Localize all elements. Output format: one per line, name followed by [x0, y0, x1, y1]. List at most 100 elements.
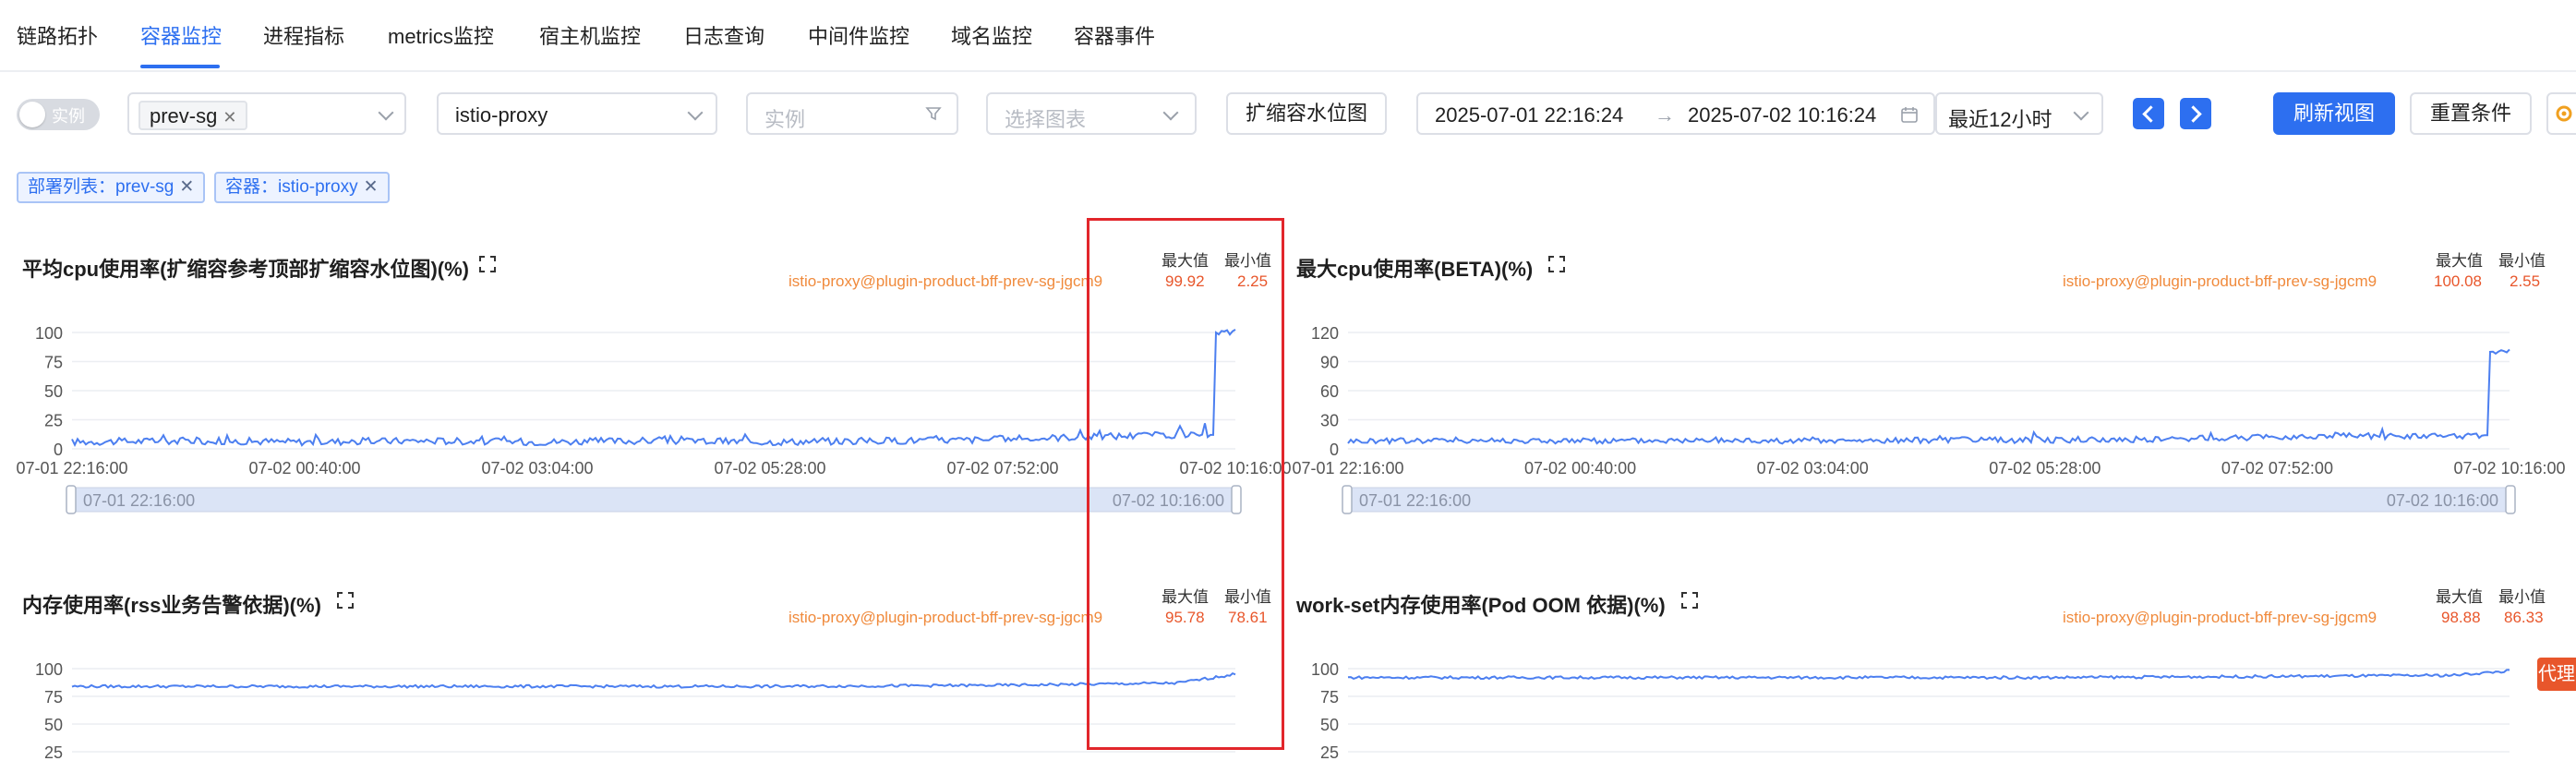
deployment-select[interactable]: prev-sg ✕ [127, 92, 406, 135]
instance-toggle[interactable]: 实例 [17, 99, 100, 130]
x-tick-label: 07-02 05:28:00 [1989, 459, 2101, 477]
slider-start-label: 07-01 22:16:00 [83, 491, 195, 510]
chart-title-workset-memory: work-set内存使用率(Pod OOM 依据)(%) [1296, 594, 1666, 617]
highlight-annotation-box [1087, 218, 1284, 750]
chevron-left-icon [2142, 105, 2160, 123]
y-tick-label: 90 [1320, 354, 1339, 372]
time-start[interactable]: 2025-07-01 22:16:24 [1435, 103, 1623, 127]
top-nav: 链路拓扑 容器监控 进程指标 metrics监控 宿主机监控 日志查询 中间件监… [0, 0, 2576, 72]
expand-icon[interactable] [478, 255, 497, 273]
legend-max-label: 最大值 [2436, 588, 2483, 606]
series-line [71, 671, 1236, 689]
instance-placeholder: 实例 [764, 108, 806, 131]
tab-process-metrics[interactable]: 进程指标 [263, 20, 344, 50]
chip-container-label: 容器：istio-proxy [225, 177, 358, 197]
chevron-down-icon [687, 104, 704, 121]
x-tick-label: 07-02 05:28:00 [714, 459, 825, 477]
y-tick-label: 120 [1311, 324, 1339, 343]
toggle-knob [19, 102, 45, 127]
tab-container-monitor[interactable]: 容器监控 [140, 20, 222, 50]
x-tick-label: 07-02 07:52:00 [2221, 459, 2333, 477]
y-tick-label: 75 [44, 354, 63, 372]
series-line [1347, 669, 2510, 681]
previous-range-button[interactable] [2133, 98, 2164, 129]
expand-icon[interactable] [336, 591, 355, 610]
y-tick-label: 100 [1311, 660, 1339, 679]
scale-watermark-button[interactable]: 扩缩容水位图 [1226, 92, 1387, 135]
quick-range-select[interactable]: 最近12小时 [1935, 92, 2103, 135]
legend-min-value: 86.33 [2504, 609, 2544, 626]
legend-series-name[interactable]: istio-proxy@plugin-product-bff-prev-sg-j… [788, 272, 1102, 291]
time-range-picker[interactable]: 2025-07-01 22:16:24 → 2025-07-02 10:16:2… [1416, 92, 1935, 135]
instance-select[interactable]: 实例 [746, 92, 958, 135]
close-icon[interactable]: ✕ [179, 177, 194, 197]
reset-conditions-button[interactable]: 重置条件 [2410, 92, 2532, 135]
deployment-tag-label: prev-sg [150, 104, 218, 127]
slider-handle-left [1342, 485, 1353, 514]
x-tick-label: 07-02 07:52:00 [946, 459, 1058, 477]
chart-select[interactable]: 选择图表 [986, 92, 1197, 135]
legend-max-value: 98.88 [2441, 609, 2481, 626]
chart-max-cpu: 120 90 60 30 0 07-01 22:16:00 07-02 00:40:00 07… [1292, 324, 2566, 514]
chevron-down-icon [2073, 104, 2089, 121]
chart-title-max-cpu: 最大cpu使用率(BETA)(%) [1296, 258, 1534, 281]
y-tick-label: 50 [1320, 716, 1339, 734]
close-icon[interactable]: ✕ [223, 108, 236, 127]
y-tick-label: 0 [54, 441, 63, 459]
y-tick-label: 50 [44, 382, 63, 401]
tab-middleware-monitor[interactable]: 中间件监控 [808, 20, 909, 50]
chip-container: 容器：istio-proxy ✕ [214, 172, 390, 203]
series-line [1347, 348, 2510, 446]
chevron-down-icon [378, 104, 394, 121]
chevron-right-icon [2185, 105, 2202, 123]
x-tick-label: 07-02 00:40:00 [1524, 459, 1636, 477]
chart-workset-memory: 100 75 50 25 [1311, 660, 2510, 761]
y-tick-label: 60 [1320, 382, 1339, 401]
y-tick-label: 25 [44, 412, 63, 430]
container-select[interactable]: istio-proxy [437, 92, 717, 135]
time-range-arrow: → [1655, 103, 1675, 127]
y-tick-label: 30 [1320, 412, 1339, 430]
y-tick-label: 50 [44, 716, 63, 734]
slider-handle-left [66, 485, 77, 514]
series-line [71, 329, 1236, 448]
calendar-icon [1901, 107, 1918, 123]
y-tick-label: 75 [1320, 688, 1339, 707]
tab-domain-monitor[interactable]: 域名监控 [951, 20, 1032, 50]
chart-placeholder: 选择图表 [1005, 108, 1087, 131]
time-end[interactable]: 2025-07-02 10:16:24 [1688, 103, 1876, 127]
range-slider [71, 487, 1236, 513]
y-tick-label: 100 [35, 324, 63, 343]
y-tick-label: 0 [1330, 441, 1339, 459]
proxy-badge[interactable]: 代理 [2537, 658, 2576, 691]
slider-start-label: 07-01 22:16:00 [1359, 491, 1471, 510]
chart-title-rss-memory: 内存使用率(rss业务告警依据)(%) [22, 594, 321, 617]
tab-metrics-monitor[interactable]: metrics监控 [388, 20, 494, 50]
tab-container-events[interactable]: 容器事件 [1074, 20, 1155, 50]
x-tick-label: 07-02 03:04:00 [1757, 459, 1869, 477]
close-icon[interactable]: ✕ [364, 177, 379, 197]
next-range-button[interactable] [2180, 98, 2211, 129]
legend-series-name[interactable]: istio-proxy@plugin-product-bff-prev-sg-j… [2063, 272, 2377, 291]
chart-title-avg-cpu: 平均cpu使用率(扩缩容参考顶部扩缩容水位图)(%) [22, 258, 469, 281]
legend-series-name[interactable]: istio-proxy@plugin-product-bff-prev-sg-j… [2063, 609, 2377, 627]
quick-range-value: 最近12小时 [1948, 108, 2052, 131]
container-value: istio-proxy [455, 103, 548, 127]
y-tick-label: 25 [44, 743, 63, 761]
tab-trace-topology[interactable]: 链路拓扑 [17, 20, 98, 50]
expand-icon[interactable] [1680, 591, 1699, 610]
legend-series-name[interactable]: istio-proxy@plugin-product-bff-prev-sg-j… [788, 609, 1102, 627]
y-tick-label: 25 [1320, 743, 1339, 761]
chevron-down-icon [1162, 104, 1179, 121]
instance-toggle-label: 实例 [52, 107, 85, 126]
settings-button[interactable] [2546, 92, 2576, 135]
expand-icon[interactable] [1547, 255, 1566, 273]
y-tick-label: 75 [44, 688, 63, 707]
tab-host-monitor[interactable]: 宿主机监控 [539, 20, 641, 50]
deployment-tag: prev-sg ✕ [138, 101, 248, 130]
tab-log-query[interactable]: 日志查询 [683, 20, 764, 50]
legend-min-value: 2.55 [2510, 272, 2541, 290]
refresh-view-button[interactable]: 刷新视图 [2273, 92, 2395, 135]
legend-max-value: 100.08 [2434, 272, 2482, 290]
x-tick-label: 07-01 22:16:00 [16, 459, 127, 477]
